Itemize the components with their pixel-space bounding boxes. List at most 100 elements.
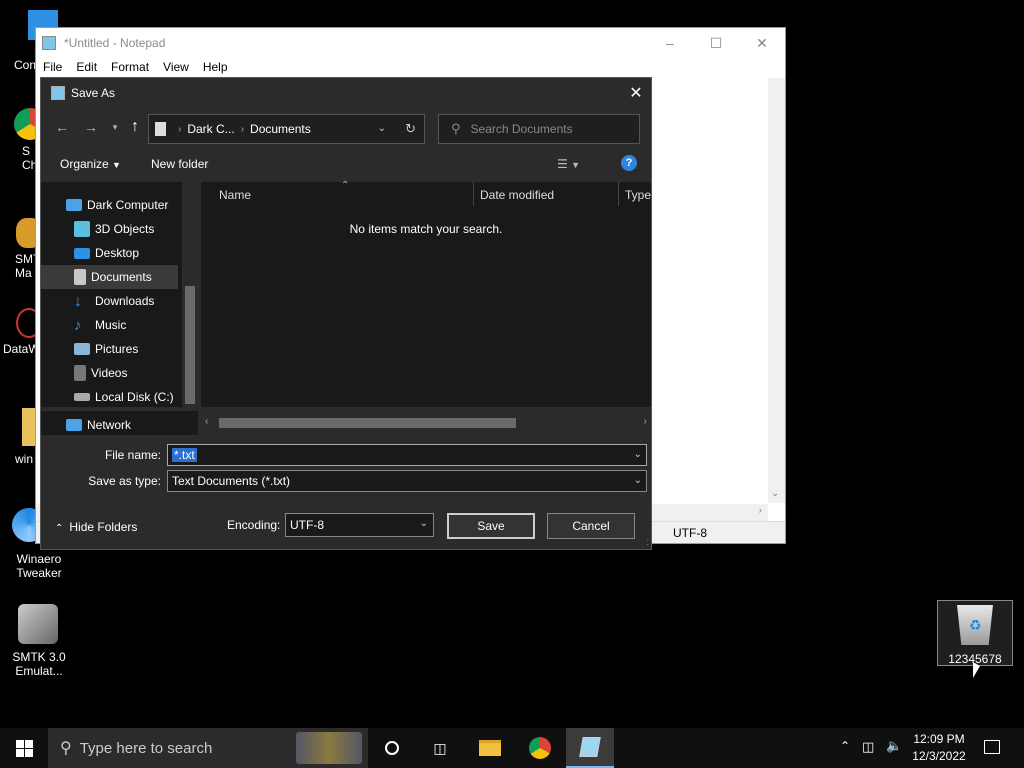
show-hidden-icons-icon[interactable]: ⌃: [840, 739, 850, 753]
save-as-type-select[interactable]: Text Documents (*.txt) ⌄: [167, 470, 647, 492]
nav-item-videos[interactable]: Videos: [41, 361, 198, 385]
resize-grip-icon[interactable]: ⁚: [646, 538, 649, 547]
breadcrumb-documents[interactable]: Documents: [250, 122, 311, 136]
nav-item-3d-objects[interactable]: 3D Objects: [41, 217, 198, 241]
folder-icon: [479, 740, 501, 756]
system-clock[interactable]: 12:09 PM 12/3/2022: [906, 731, 972, 765]
recycle-bin-icon-tile[interactable]: ♻ 12345678: [937, 600, 1013, 666]
scrollbar-thumb[interactable]: [219, 418, 516, 428]
save-as-type-row: Save as type: Text Documents (*.txt) ⌄: [41, 470, 651, 492]
maximize-button[interactable]: ☐: [693, 28, 739, 58]
picture-icon: [74, 343, 90, 355]
start-button[interactable]: [0, 728, 48, 768]
nav-item-downloads[interactable]: ↓ Downloads: [41, 289, 198, 313]
address-bar[interactable]: › Dark C... › Documents ⌄ ↻: [148, 114, 425, 144]
organize-button[interactable]: Organize ▼: [60, 157, 121, 171]
sort-ascending-icon: ⌃: [341, 180, 350, 191]
up-arrow-icon[interactable]: ↑: [124, 116, 146, 138]
forward-arrow-icon[interactable]: →: [80, 116, 102, 138]
navigation-pane: Dark Computer 3D Objects Desktop Documen…: [41, 182, 198, 407]
view-options-icon[interactable]: ☰ ▼: [557, 157, 580, 171]
windows-logo-icon: [15, 739, 33, 757]
breadcrumb-dark-computer[interactable]: Dark C...: [187, 122, 234, 136]
new-folder-button[interactable]: New folder: [151, 157, 208, 171]
notepad-menubar: File Edit Format View Help: [36, 58, 235, 78]
column-name[interactable]: Name: [219, 188, 251, 202]
search-documents-input[interactable]: ⚲ Search Documents: [438, 114, 640, 144]
computer-icon: [66, 199, 82, 211]
refresh-icon[interactable]: ↻: [405, 121, 416, 137]
encoding-select[interactable]: UTF-8 ⌄: [285, 513, 434, 537]
task-view-button[interactable]: ◫: [416, 728, 464, 768]
status-encoding: UTF-8: [673, 526, 707, 540]
taskbar: ⚲ Type here to search ◫ ⌃ ◫ 🔈 12:09 PM 1…: [0, 728, 1024, 768]
scroll-down-icon[interactable]: ⌄: [771, 488, 779, 499]
desktop-icon-label: SMTK 3.0 Emulat...: [12, 650, 66, 678]
chevron-down-icon[interactable]: ⌄: [634, 475, 642, 486]
file-name-value: *.txt: [172, 448, 197, 462]
nav-item-network[interactable]: Network: [41, 413, 198, 435]
file-name-input[interactable]: *.txt ⌄: [167, 444, 647, 466]
chevron-down-icon[interactable]: ⌄: [420, 518, 428, 529]
search-icon: ⚲: [60, 740, 72, 757]
notepad-vertical-scrollbar[interactable]: ⌄: [768, 78, 785, 503]
dialog-title: Save As: [71, 86, 116, 100]
recent-locations-chevron-icon[interactable]: ▾: [104, 116, 126, 138]
column-type[interactable]: Type: [625, 188, 651, 202]
back-arrow-icon[interactable]: ←: [51, 116, 73, 138]
scroll-right-icon[interactable]: ›: [644, 416, 647, 427]
file-explorer-taskbar-button[interactable]: [466, 728, 514, 768]
save-as-type-label: Save as type:: [88, 474, 161, 488]
notification-center-icon[interactable]: [984, 740, 1000, 754]
chevron-down-icon[interactable]: ⌄: [634, 449, 642, 460]
menu-help[interactable]: Help: [196, 58, 235, 78]
notepad-taskbar-button[interactable]: [566, 728, 614, 768]
notepad-title: *Untitled - Notepad: [64, 36, 166, 50]
command-bar: Organize ▼ New folder ☰ ▼ ?: [41, 150, 651, 178]
cancel-button[interactable]: Cancel: [547, 513, 635, 539]
column-headers: Name ⌃ Date modified Type: [201, 180, 651, 206]
nav-item-desktop[interactable]: Desktop: [41, 241, 198, 265]
encoding-label: Encoding:: [227, 518, 281, 532]
chrome-icon: [529, 737, 551, 759]
volume-icon[interactable]: 🔈: [886, 738, 902, 754]
dialog-titlebar[interactable]: Save As: [41, 78, 651, 108]
search-icon: ⚲: [451, 121, 461, 136]
chrome-taskbar-button[interactable]: [516, 728, 564, 768]
clock-time: 12:09 PM: [913, 732, 965, 746]
navigation-pane-bottom: Network: [41, 411, 198, 435]
nav-item-documents[interactable]: Documents: [41, 265, 178, 289]
chevron-down-icon: ▼: [112, 160, 121, 170]
network-icon[interactable]: ◫: [862, 739, 874, 755]
mouse-cursor-icon: [973, 662, 980, 678]
save-as-type-value: Text Documents (*.txt): [172, 474, 291, 488]
dialog-close-button[interactable]: ✕: [621, 78, 651, 108]
taskbar-search-box[interactable]: ⚲ Type here to search: [48, 728, 368, 768]
menu-file[interactable]: File: [36, 58, 69, 78]
column-date-modified[interactable]: Date modified: [480, 188, 554, 202]
menu-edit[interactable]: Edit: [69, 58, 104, 78]
nav-pane-scrollbar[interactable]: [182, 182, 198, 407]
cortana-button[interactable]: [368, 728, 416, 768]
nav-item-pictures[interactable]: Pictures: [41, 337, 198, 361]
notepad-icon: [42, 36, 56, 50]
help-icon[interactable]: ?: [621, 155, 637, 171]
menu-format[interactable]: Format: [104, 58, 156, 78]
notepad-icon: [51, 86, 65, 100]
save-button[interactable]: Save: [447, 513, 535, 539]
scroll-left-icon[interactable]: ‹: [205, 416, 208, 427]
close-button[interactable]: ✕: [739, 28, 785, 58]
chevron-up-icon: ⌃: [55, 523, 64, 534]
hide-folders-button[interactable]: ⌃ Hide Folders: [55, 520, 137, 534]
nav-item-music[interactable]: ♪ Music: [41, 313, 198, 337]
scrollbar-thumb[interactable]: [185, 286, 195, 404]
desktop-icon-smtk[interactable]: SMTK 3.0 Emulat...: [4, 604, 74, 678]
nav-item-dark-computer[interactable]: Dark Computer: [41, 193, 198, 217]
scroll-right-icon[interactable]: ›: [759, 505, 762, 516]
file-name-label: File name:: [104, 448, 161, 462]
address-dropdown-icon[interactable]: ⌄: [378, 123, 386, 134]
menu-view[interactable]: View: [156, 58, 196, 78]
file-list-horizontal-scrollbar[interactable]: ‹ ›: [201, 415, 651, 431]
minimize-button[interactable]: –: [647, 28, 693, 58]
nav-item-local-disk[interactable]: Local Disk (C:): [41, 385, 198, 407]
